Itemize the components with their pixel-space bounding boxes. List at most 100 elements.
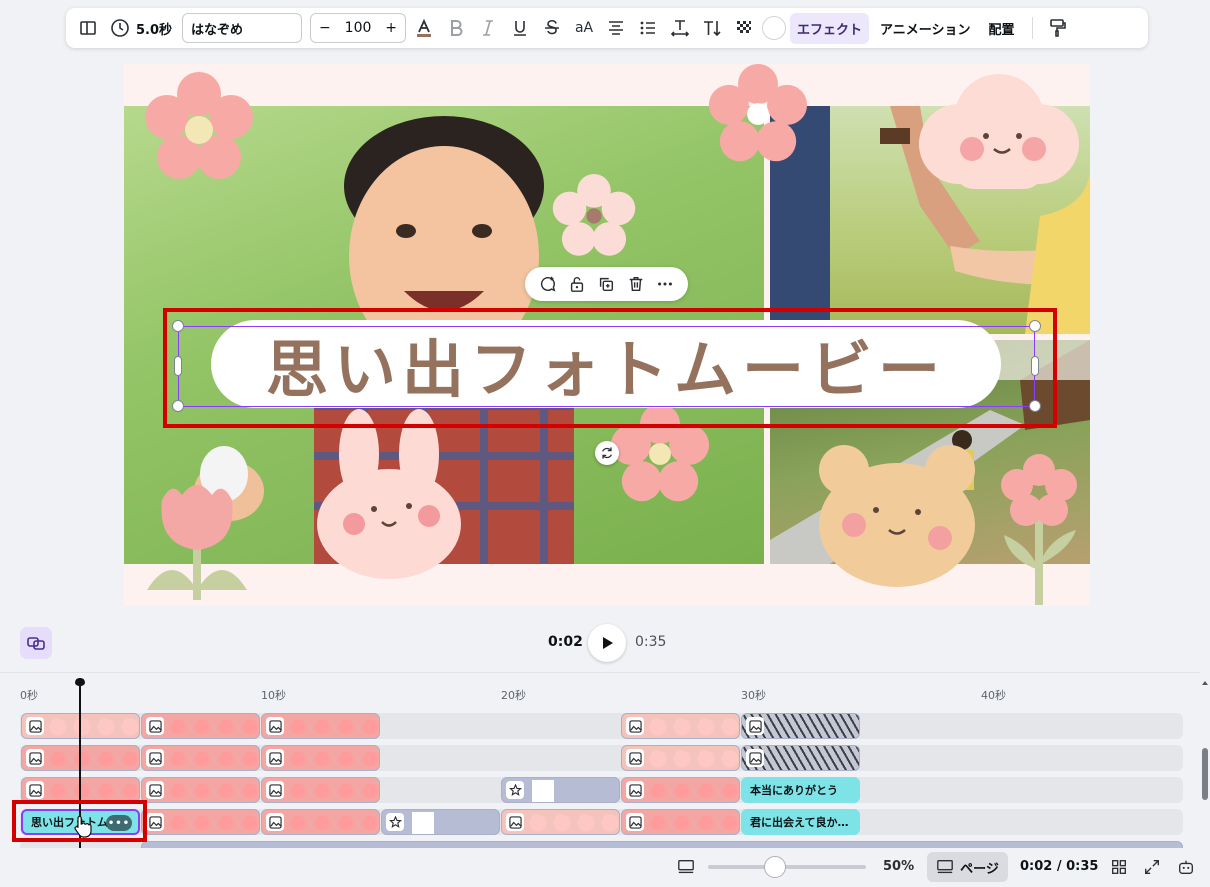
timeline-scrollbar[interactable] — [1201, 680, 1209, 848]
clip-thumbnail — [532, 780, 554, 802]
clock-icon — [111, 19, 129, 37]
scroll-up-icon[interactable] — [1201, 680, 1209, 686]
sticker-icon — [506, 781, 524, 799]
italic-icon[interactable] — [474, 14, 502, 42]
zoom-slider-track[interactable] — [708, 865, 866, 869]
image-icon — [26, 717, 44, 735]
animate-toggle-button[interactable] — [20, 627, 52, 659]
timeline[interactable]: 0秒 10秒 20秒 30秒 40秒 本当にありがとう 思い出フォトム… •••… — [0, 672, 1200, 848]
playhead-handle[interactable] — [75, 678, 85, 686]
ruler-label: 0秒 — [20, 689, 38, 702]
ruler-label: 30秒 — [741, 689, 766, 702]
list-icon[interactable] — [634, 14, 662, 42]
font-size-input[interactable]: 100 — [345, 20, 372, 36]
flower-sticker-small[interactable] — [552, 174, 636, 258]
image-icon — [626, 749, 644, 767]
image-icon — [146, 813, 164, 831]
image-icon — [146, 749, 164, 767]
flower-sticker-top-left[interactable] — [144, 72, 254, 182]
timeline-clip[interactable] — [261, 809, 380, 835]
timeline-clip[interactable] — [501, 777, 620, 803]
page-view-button[interactable]: ページ — [927, 852, 1008, 882]
letter-spacing-icon[interactable] — [666, 14, 694, 42]
time-counter: 0:02 / 0:35 — [1020, 859, 1099, 874]
bunny-sticker[interactable] — [314, 404, 464, 584]
fullscreen-icon[interactable] — [1141, 856, 1163, 878]
image-icon — [146, 781, 164, 799]
image-icon — [746, 717, 764, 735]
more-options-icon[interactable] — [654, 273, 676, 295]
timeline-clip[interactable] — [621, 777, 740, 803]
ruler-label: 40秒 — [981, 689, 1006, 702]
image-icon — [626, 717, 644, 735]
vertical-text-icon[interactable] — [698, 14, 726, 42]
timeline-clip-partial[interactable] — [141, 841, 1183, 848]
page-view-icon — [937, 860, 953, 874]
timeline-clip[interactable] — [261, 713, 380, 739]
color-swatch[interactable] — [762, 16, 787, 40]
timeline-clip[interactable] — [261, 777, 380, 803]
hand-cursor-icon — [74, 815, 92, 838]
bear-sticker[interactable] — [814, 440, 980, 590]
timeline-clip[interactable] — [141, 713, 260, 739]
timeline-clip[interactable] — [381, 809, 500, 835]
lock-icon[interactable] — [566, 273, 588, 295]
flower-sticker-top-center[interactable] — [708, 64, 808, 164]
image-icon — [626, 781, 644, 799]
duplicate-icon[interactable] — [595, 273, 617, 295]
align-center-icon[interactable] — [602, 14, 630, 42]
image-icon — [506, 813, 524, 831]
element-floating-menu — [525, 267, 688, 301]
timeline-clip[interactable] — [141, 809, 260, 835]
font-family-select[interactable]: はなぞめ — [182, 13, 303, 43]
timeline-clip[interactable] — [261, 745, 380, 771]
timeline-clip[interactable] — [141, 777, 260, 803]
image-icon — [146, 717, 164, 735]
text-color-icon[interactable] — [410, 14, 438, 42]
letter-case-button[interactable]: aA — [570, 14, 598, 42]
panel-toggle-icon[interactable] — [74, 14, 102, 42]
link-clips-icon — [27, 637, 45, 650]
trash-icon[interactable] — [625, 273, 647, 295]
sticker-icon — [386, 813, 404, 831]
position-button[interactable]: 配置 — [982, 13, 1022, 44]
scrollbar-thumb[interactable] — [1202, 748, 1208, 800]
timeline-clip[interactable] — [621, 745, 740, 771]
assistant-icon[interactable] — [1175, 856, 1197, 878]
notes-icon[interactable] — [675, 856, 697, 878]
timeline-clip[interactable] — [741, 745, 860, 771]
strikethrough-icon[interactable] — [538, 14, 566, 42]
small-flower-plant-sticker[interactable] — [994, 450, 1084, 606]
timeline-clip[interactable] — [621, 809, 740, 835]
paint-roller-icon[interactable] — [1043, 14, 1071, 42]
duration-label: 5.0秒 — [136, 22, 173, 38]
bold-icon[interactable] — [442, 14, 470, 42]
cloud-sticker[interactable] — [914, 74, 1080, 200]
tulip-sticker[interactable] — [142, 480, 252, 606]
transparency-icon[interactable] — [730, 14, 758, 42]
rotate-icon[interactable] — [595, 441, 619, 465]
font-size-increase-button[interactable]: + — [385, 20, 397, 36]
grid-view-icon[interactable] — [1108, 856, 1130, 878]
timeline-clip[interactable] — [741, 713, 860, 739]
animation-button[interactable]: アニメーション — [873, 13, 977, 44]
font-size-decrease-button[interactable]: − — [319, 20, 331, 36]
text-clip-label: 本当にありがとう — [750, 784, 838, 797]
total-time: 0:35 — [635, 634, 667, 650]
image-icon — [266, 749, 284, 767]
timeline-clip[interactable] — [501, 809, 620, 835]
text-clip[interactable]: 君に出会えて良か… — [741, 809, 860, 835]
zoom-value[interactable]: 50% — [883, 859, 914, 874]
highlight-box-title — [163, 308, 1057, 428]
underline-icon[interactable] — [506, 14, 534, 42]
comment-add-icon[interactable] — [537, 273, 559, 295]
toolbar-divider — [1031, 17, 1033, 39]
image-icon — [26, 781, 44, 799]
duration-button[interactable]: 5.0秒 — [110, 18, 172, 38]
timeline-clip[interactable] — [621, 713, 740, 739]
timeline-clip[interactable] — [141, 745, 260, 771]
play-button[interactable] — [588, 624, 626, 662]
zoom-slider-handle[interactable] — [764, 856, 786, 878]
text-clip[interactable]: 本当にありがとう — [741, 777, 860, 803]
effects-button[interactable]: エフェクト — [790, 12, 870, 44]
